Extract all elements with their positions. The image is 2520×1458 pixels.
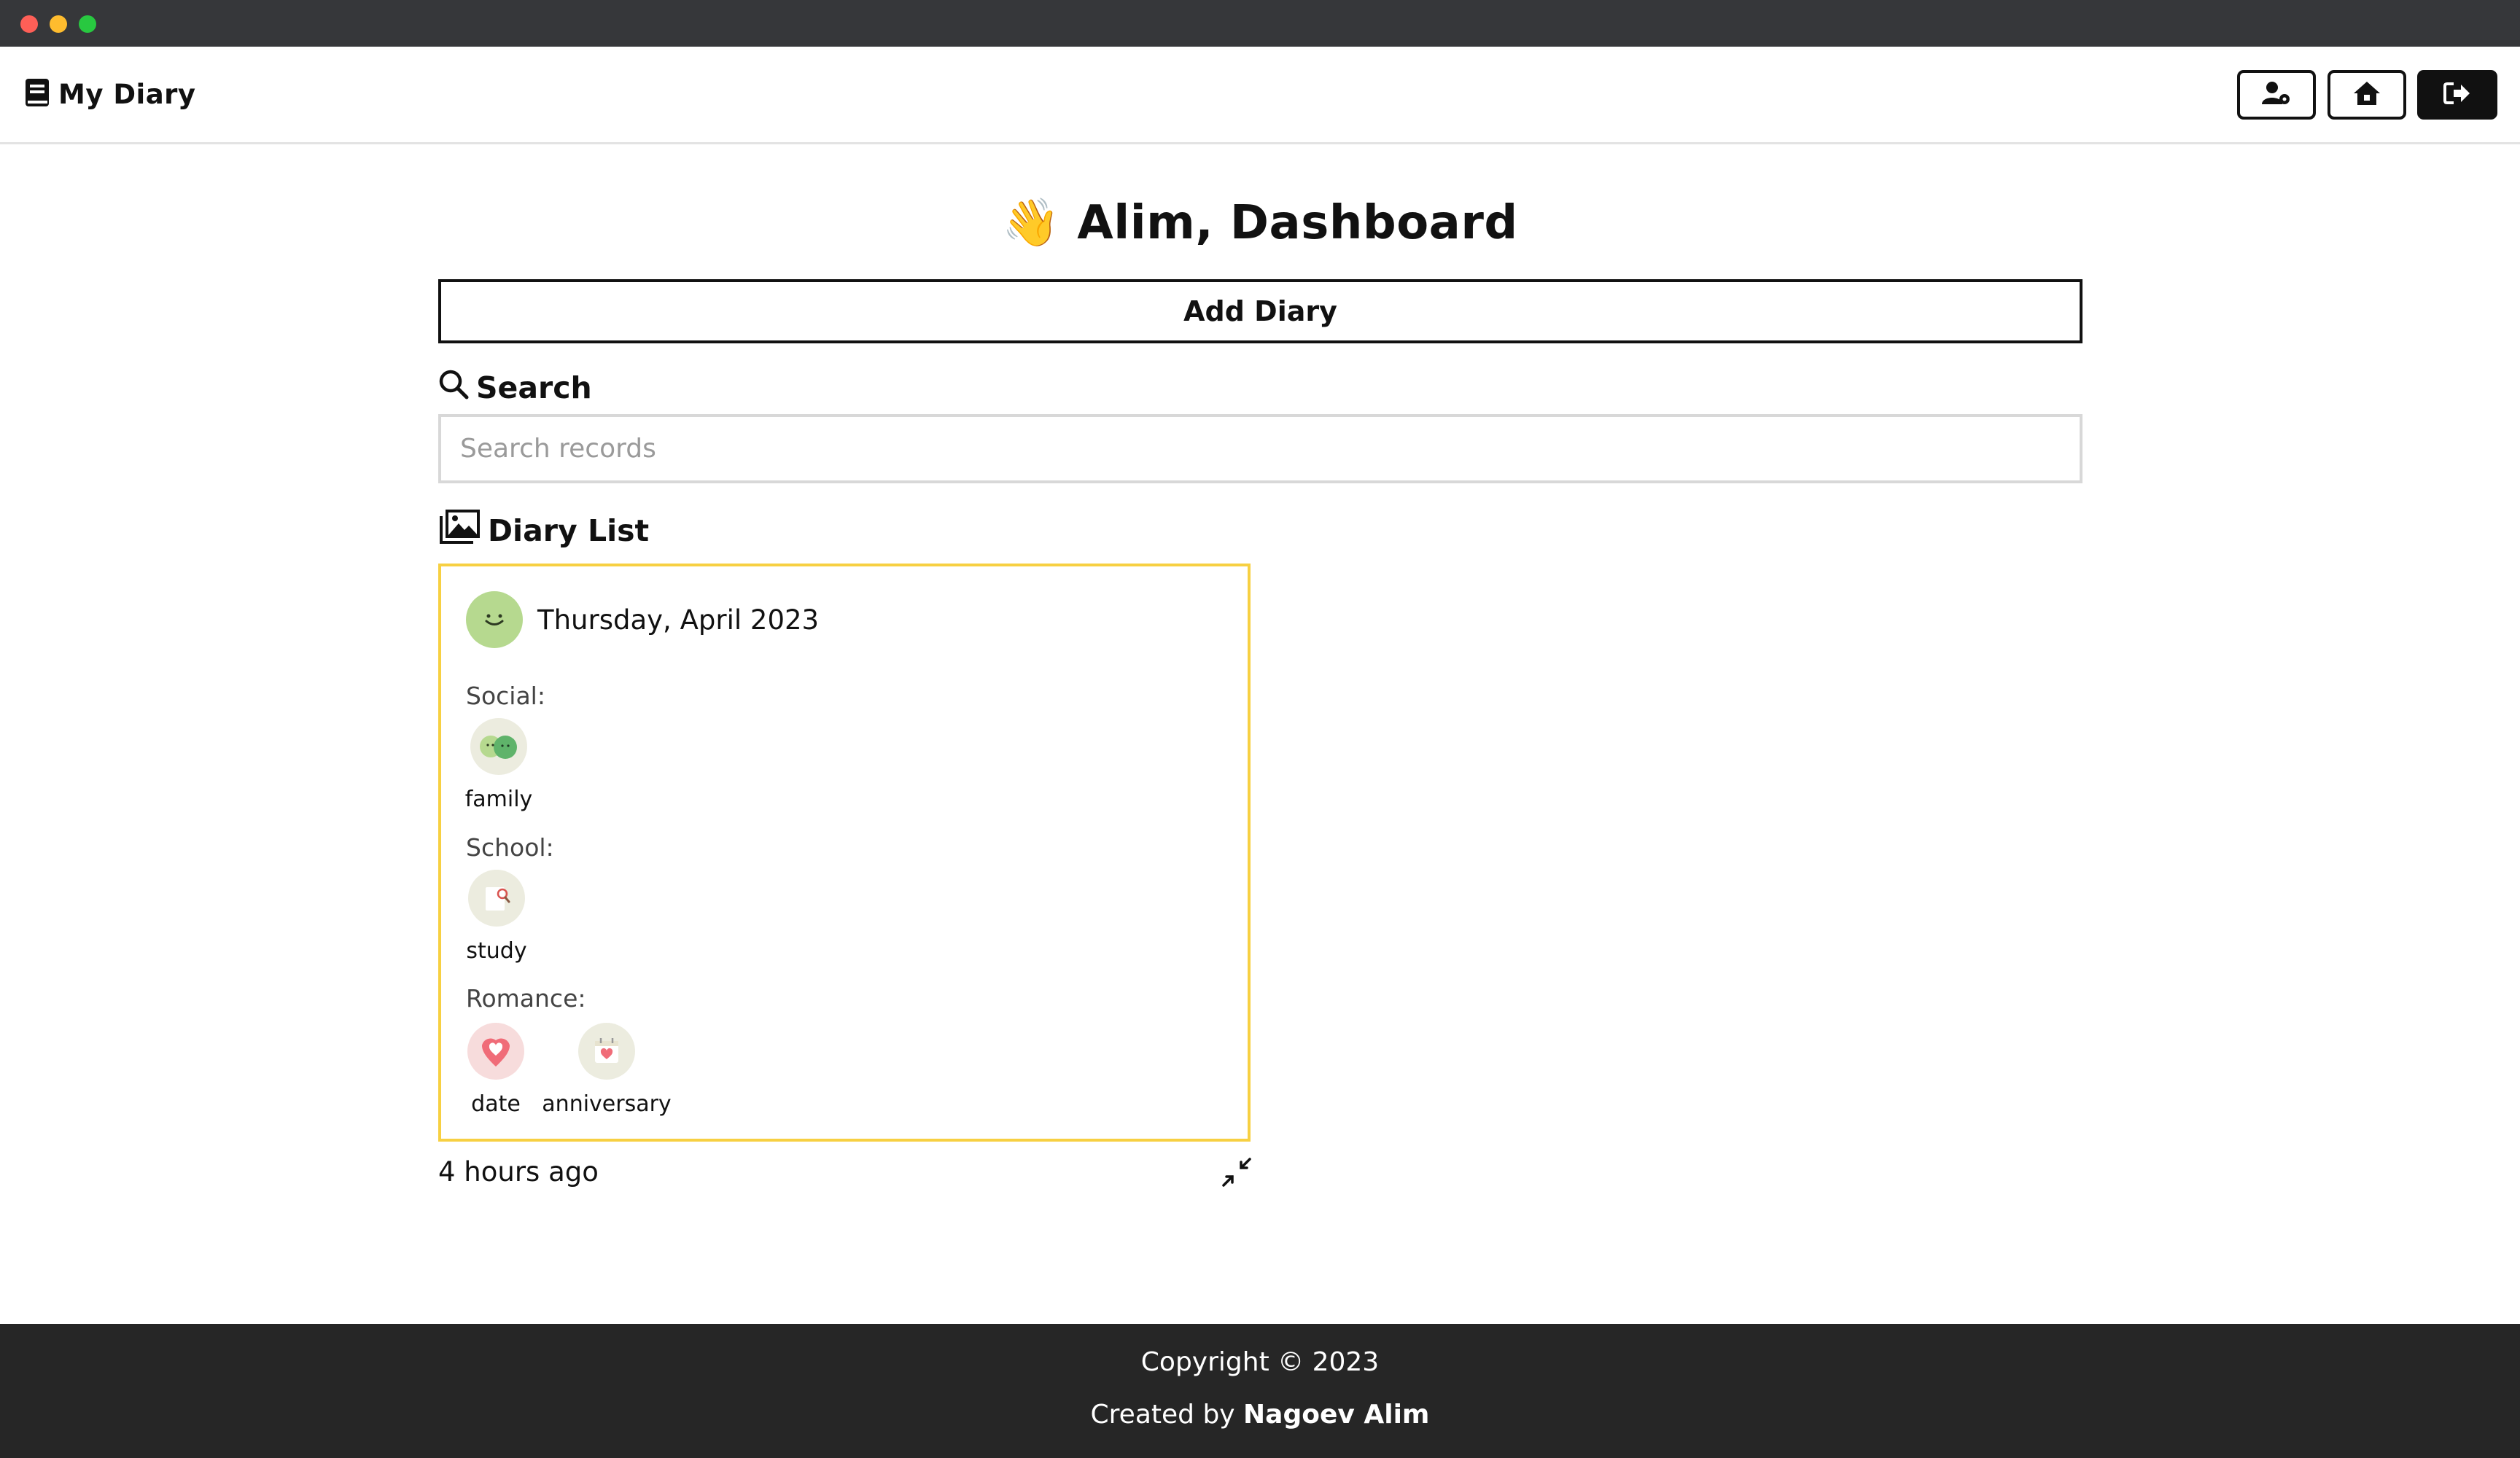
heart-pin-icon: [467, 1023, 524, 1080]
page-title: 👋 Alim, Dashboard: [0, 195, 2520, 250]
minimize-window-button[interactable]: [50, 15, 67, 33]
logout-icon: [2443, 82, 2471, 108]
navbar: My Diary: [0, 47, 2520, 144]
study-icon: [468, 870, 525, 927]
page-title-text: Alim, Dashboard: [1077, 196, 1518, 250]
diary-card-header: Thursday, April 2023: [466, 591, 819, 648]
logout-button[interactable]: [2417, 70, 2497, 120]
close-window-button[interactable]: [20, 15, 38, 33]
search-input[interactable]: [438, 414, 2082, 483]
diary-list-heading: Diary List: [438, 509, 649, 553]
diary-list-heading-text: Diary List: [488, 513, 650, 548]
category-label-school: School:: [466, 833, 554, 862]
diary-date: Thursday, April 2023: [537, 604, 820, 636]
search-heading-text: Search: [476, 370, 592, 405]
search-heading: Search: [438, 369, 592, 407]
footer-created-prefix: Created by: [1090, 1400, 1244, 1430]
waving-hand-emoji: 👋: [1002, 196, 1061, 250]
book-icon: [25, 78, 50, 110]
brand-title: My Diary: [58, 78, 196, 110]
profile-settings-button[interactable]: [2237, 70, 2316, 120]
tag-label: anniversary: [542, 1091, 672, 1117]
family-icon: [470, 718, 527, 775]
tag-label: family: [464, 787, 533, 812]
user-settings-icon: [2262, 81, 2291, 109]
window-titlebar: [0, 0, 2520, 47]
diary-card[interactable]: Thursday, April 2023 Social: family Scho…: [438, 564, 1251, 1142]
add-diary-button[interactable]: Add Diary: [438, 279, 2082, 343]
calendar-heart-icon: [578, 1023, 635, 1080]
home-icon: [2353, 81, 2381, 109]
smile-face-icon: [466, 591, 523, 648]
collapse-arrows-icon[interactable]: [1219, 1155, 1254, 1190]
tag-study: study: [453, 870, 540, 964]
tag-family: family: [455, 718, 542, 812]
search-icon: [438, 369, 469, 407]
category-label-social: Social:: [466, 682, 545, 710]
maximize-window-button[interactable]: [79, 15, 96, 33]
images-icon: [438, 509, 481, 553]
footer: Copyright © 2023 Created by Nagoev Alim: [0, 1324, 2520, 1458]
home-button[interactable]: [2328, 70, 2406, 120]
brand-link[interactable]: My Diary: [25, 78, 196, 110]
time-ago: 4 hours ago: [438, 1156, 599, 1188]
tag-label: study: [466, 938, 527, 964]
category-label-romance: Romance:: [466, 984, 586, 1013]
tag-date: date: [452, 1023, 540, 1117]
tag-label: date: [471, 1091, 521, 1117]
footer-author: Nagoev Alim: [1243, 1400, 1430, 1430]
footer-copyright: Copyright © 2023: [1140, 1347, 1380, 1377]
footer-credits: Created by Nagoev Alim: [0, 1400, 2520, 1430]
tag-anniversary: anniversary: [541, 1023, 672, 1117]
